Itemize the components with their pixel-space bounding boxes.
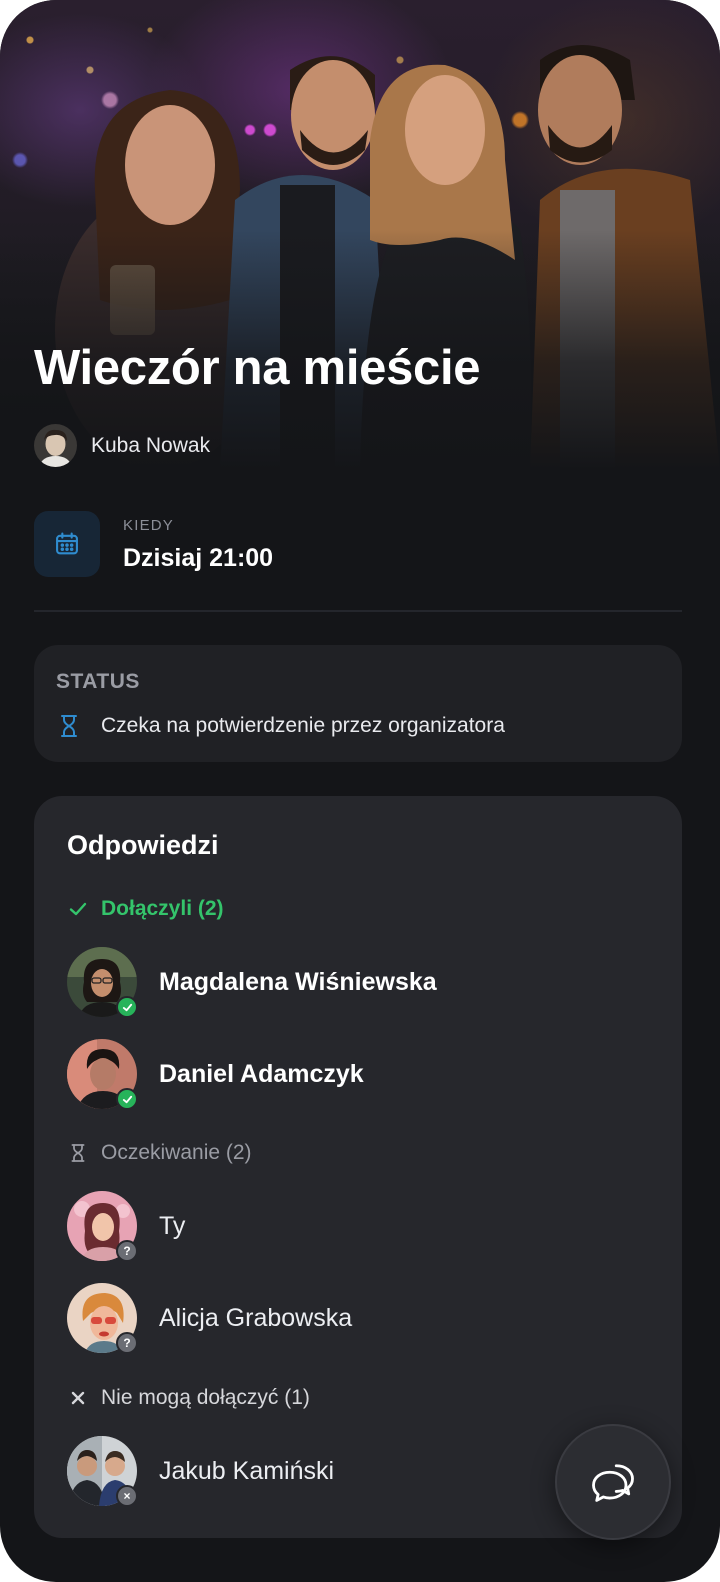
section-divider: [34, 610, 682, 612]
chat-button[interactable]: [555, 1424, 671, 1540]
group-declined-label: Nie mogą dołączyć (1): [101, 1386, 310, 1409]
accepted-badge-icon: [116, 996, 138, 1018]
group-joined-label: Dołączyli (2): [101, 897, 224, 920]
hourglass-icon: [67, 1142, 89, 1164]
check-icon: [67, 898, 89, 920]
participant-name: Jakub Kamiński: [159, 1456, 335, 1485]
when-icon-box: [34, 511, 100, 577]
x-icon: [67, 1387, 89, 1409]
status-card: STATUS Czeka na potwierdzenie przez orga…: [34, 645, 682, 762]
event-title: Wieczór na mieście: [34, 341, 481, 395]
when-value: Dzisiaj 21:00: [123, 544, 274, 572]
organizer-name: Kuba Nowak: [91, 433, 211, 457]
group-waiting-header: Oczekiwanie (2): [67, 1141, 252, 1165]
responses-card: Odpowiedzi Dołączyli (2) Magdalena Wiśni…: [34, 796, 682, 1538]
status-text: Czeka na potwierdzenie przez organizator…: [101, 714, 505, 737]
hourglass-icon: [58, 713, 80, 739]
participant-row[interactable]: ? Ty: [67, 1191, 186, 1262]
group-declined-header: Nie mogą dołączyć (1): [67, 1386, 310, 1410]
participant-row[interactable]: Magdalena Wiśniewska: [67, 947, 437, 1018]
participant-name: Ty: [159, 1211, 186, 1240]
calendar-icon: [56, 532, 78, 555]
participant-name: Alicja Grabowska: [159, 1303, 353, 1332]
participant-row[interactable]: Daniel Adamczyk: [67, 1039, 364, 1110]
status-title: STATUS: [56, 670, 140, 693]
phone-screen: Wieczór na mieście Kuba Nowak KIEDY Dzis…: [0, 0, 720, 1582]
participant-name: Daniel Adamczyk: [159, 1059, 364, 1088]
when-label: KIEDY: [123, 517, 175, 534]
group-joined-header: Dołączyli (2): [67, 897, 224, 921]
organizer-link[interactable]: Kuba Nowak: [34, 424, 210, 467]
chat-bubbles-icon: [592, 1464, 634, 1502]
responses-title: Odpowiedzi: [67, 830, 219, 860]
participant-row[interactable]: ? Alicja Grabowska: [67, 1283, 353, 1354]
group-waiting-label: Oczekiwanie (2): [101, 1141, 252, 1164]
pending-badge-icon: ?: [116, 1240, 138, 1262]
participant-row[interactable]: × Jakub Kamiński: [67, 1436, 335, 1507]
participant-name: Magdalena Wiśniewska: [159, 967, 437, 996]
accepted-badge-icon: [116, 1088, 138, 1110]
event-cover-photo: [0, 0, 720, 470]
declined-badge-icon: ×: [116, 1485, 138, 1507]
organizer-avatar: [34, 424, 77, 467]
pending-badge-icon: ?: [116, 1332, 138, 1354]
